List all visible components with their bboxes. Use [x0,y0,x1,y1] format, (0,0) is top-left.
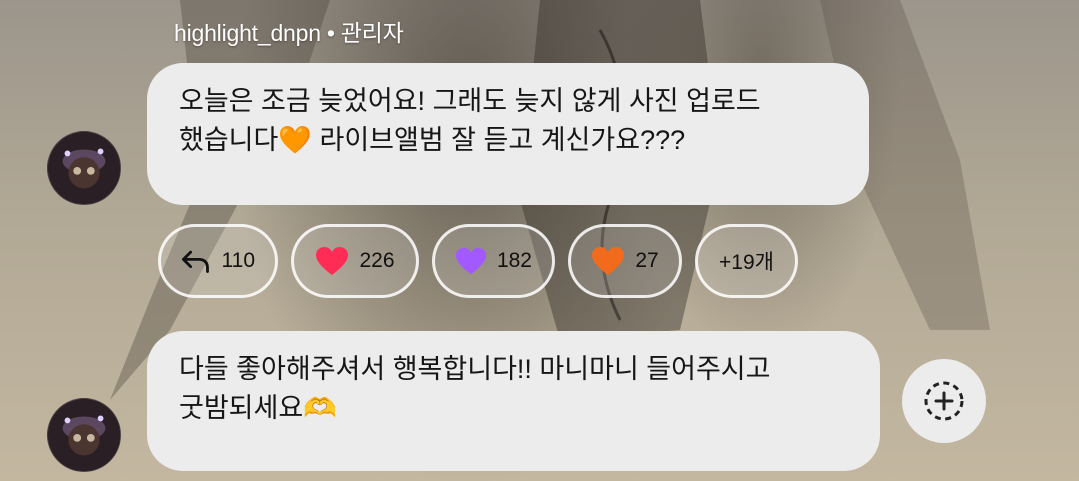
message-text-line: 굿밤되세요🫶 [179,393,337,423]
more-reactions-button[interactable]: +19개 [695,224,798,298]
orange-heart-icon [592,247,625,275]
message-text-line: 오늘은 조금 늦었어요! 그래도 늦지 않게 사진 업로드 [179,86,761,116]
reply-count: 110 [221,249,255,272]
reaction-count: 182 [496,249,532,272]
reply-arrow-icon [182,250,209,273]
red-heart-icon [316,247,349,275]
more-reactions-count: +19개 [719,251,774,274]
profile-avatar-icon[interactable] [47,131,121,205]
sender-role-badge: 관리자 [340,20,404,46]
reaction-orange-heart[interactable]: 27 [568,224,682,298]
reaction-count: 226 [359,249,395,272]
profile-avatar-icon[interactable] [47,398,121,472]
message-text-line: 다들 좋아해주셔서 행복합니다!! 마니마니 들어주시고 [179,354,771,384]
reaction-purple-heart[interactable]: 182 [432,224,555,298]
add-reaction-button[interactable] [902,359,986,443]
message-bubble[interactable]: 다들 좋아해주셔서 행복합니다!! 마니마니 들어주시고 굿밤되세요🫶 [147,331,880,471]
message-bubble[interactable]: 오늘은 조금 늦었어요! 그래도 늦지 않게 사진 업로드 했습니다🧡 라이브앨… [147,63,869,205]
add-reaction-icon [924,381,964,421]
separator-dot: • [326,20,335,46]
reaction-red-heart[interactable]: 226 [291,224,419,298]
reaction-count: 27 [635,249,659,272]
message-text-line: 했습니다🧡 라이브앨범 잘 듣고 계신가요??? [179,125,686,155]
sender-header: highlight_dnpn • 관리자 [174,14,404,48]
sender-name[interactable]: highlight_dnpn [174,20,321,46]
purple-heart-icon [455,247,487,275]
reply-count-button[interactable]: 110 [158,224,278,298]
reaction-bar: 110 226 182 27 +19개 [158,224,798,298]
